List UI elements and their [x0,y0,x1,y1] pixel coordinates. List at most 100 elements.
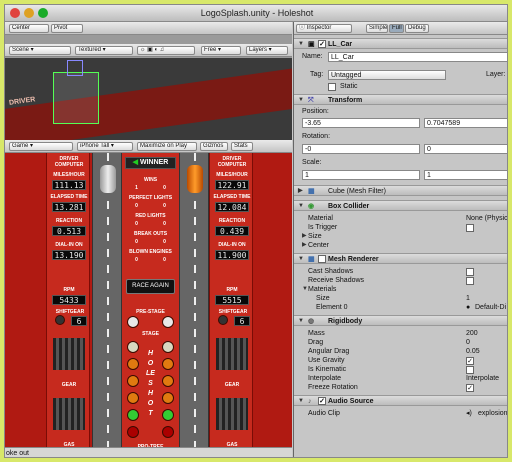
maximize-label: Maximize on Play [140,143,188,149]
audio-clip-value[interactable]: explosion [478,408,507,419]
red-left-light [127,426,139,438]
mesh-renderer-checkbox[interactable] [318,255,326,263]
scene-tools[interactable]: ☼ ▣ ◐ ♫ [137,46,195,55]
right-rpm-display: 5515 [215,295,249,305]
close-icon[interactable] [10,8,20,18]
window-title: LogoSplash.unity - Holeshot [200,8,314,18]
foldout-icon[interactable]: ▼ [298,39,304,50]
zoom-icon[interactable] [38,8,48,18]
gizmos-toggle[interactable]: Gizmos [200,142,228,151]
foldout-icon[interactable]: ▼ [298,396,304,407]
audio-source-checkbox[interactable]: ✓ [318,397,326,405]
amber2-left-light [127,375,139,387]
inspector-tab[interactable]: ⓘ Inspector [296,24,352,33]
center-button[interactable]: Center [9,24,49,33]
game-view[interactable]: DRIVER COMPUTER MILES/HOUR 111.13 ELAPSE… [5,153,292,453]
foldout-icon[interactable]: ▶ [302,240,307,251]
right-lane-markings [194,153,196,453]
stage-left-light [127,341,139,353]
position-x-field[interactable]: -3.65 [302,118,420,128]
right-mph-display: 122.91 [215,180,249,190]
prestage-left-light [127,316,139,328]
layers-dropdown[interactable]: Layers ▾ [246,46,288,55]
left-gear-grid [53,338,85,370]
move-gizmo[interactable] [67,60,83,76]
scene-toolbar: Scene ▾ Textured ▾ ☼ ▣ ◐ ♫ Free ▾ Layers… [5,44,292,57]
object-header: ▼ ▣ ✓ LL_Car [294,38,507,50]
left-gas-grid [53,398,85,430]
race-again-button[interactable]: RACE AGAIN [126,279,175,294]
resolution-dropdown[interactable]: iPhone Tall ▾ [77,142,133,151]
simple-label: Simple [369,25,388,31]
selected-car-gizmo[interactable] [53,72,99,124]
left-mph-display: 111.13 [52,180,86,190]
status-text: oke out [6,450,29,457]
object-active-checkbox[interactable]: ✓ [318,40,326,48]
foldout-icon[interactable]: ▼ [298,316,304,327]
speaker-icon: ♪ [308,398,312,405]
transform-header[interactable]: ▼ ⤧ Transform [294,94,507,106]
scene-dropdown[interactable]: Scene ▾ [9,46,71,55]
right-mph-label: MILES/HOUR [216,172,248,178]
element-label: Element 0 [316,304,348,311]
right-car [187,165,203,193]
pivot-button[interactable]: Pivot [51,24,83,33]
left-dial-display: 13.190 [52,250,86,260]
scale-x-field[interactable]: 1 [302,170,420,180]
static-checkbox[interactable] [328,83,336,91]
scale-y-field[interactable]: 1 [424,170,507,180]
foldout-icon[interactable]: ▼ [298,201,304,212]
rigidbody-header[interactable]: ▼ ◍ Rigidbody [294,315,507,327]
mesh-filter-header[interactable]: ▶ ▦ Cube (Mesh Filter) [294,185,507,197]
left-dial-label: DIAL-IN ON [55,242,83,248]
game-dropdown[interactable]: Game ▾ [9,142,73,151]
minimize-icon[interactable] [24,8,34,18]
full-button[interactable]: Full [389,24,404,33]
audio-source-header[interactable]: ▼ ♪ ✓ Audio Source [294,395,507,407]
free-dropdown[interactable]: Free ▾ [201,46,241,55]
left-rpm-label: RPM [63,287,75,293]
scale-label-row: Scale: [294,157,507,168]
right-rpm-label: RPM [226,287,238,293]
amber3-left-light [127,392,139,404]
simple-button[interactable]: Simple [366,24,388,33]
red-lights-label: RED LIGHTS [135,213,166,219]
center-row[interactable]: ▶ Center [294,240,507,251]
name-label: Name: [302,53,323,60]
scene-view[interactable]: DRIVER [5,58,292,140]
element-value[interactable]: Default-Di [475,302,506,313]
foldout-icon[interactable]: ▼ [298,95,304,106]
maximize-on-play-toggle[interactable]: Maximize on Play [137,142,197,151]
foldout-icon[interactable]: ▼ [298,254,304,265]
textured-dropdown[interactable]: Textured ▾ [75,46,133,55]
tag-value: Untagged [331,72,362,79]
rotation-y-field[interactable]: 0 [424,144,507,154]
unity-window: LogoSplash.unity - Holeshot Center Pivot… [4,4,508,458]
right-driver-panel: DRIVER COMPUTER MILES/HOUR 122.91 ELAPSE… [209,153,253,453]
debug-button[interactable]: Debug [405,24,429,33]
foldout-icon[interactable]: ▶ [298,186,303,197]
tag-row: Tag: Untagged Layer: [294,69,507,80]
left-mph-label: MILES/HOUR [53,172,85,178]
status-bar: oke out [5,447,292,457]
perfect-label: PERFECT LIGHTS [128,195,173,201]
mesh-renderer-header[interactable]: ▼ ▦ Mesh Renderer [294,253,507,265]
winner-label: WINNER [139,159,169,166]
position-label: Position: [302,108,329,115]
name-field[interactable]: LL_Car [328,52,507,62]
tag-dropdown[interactable]: Untagged [328,70,446,80]
rotation-label: Rotation: [302,133,331,140]
right-et-label: ELAPSED TIME [213,194,251,200]
name-row: Name: LL_Car [294,51,507,62]
rotation-row: -0 0 [294,143,507,154]
freeze-rotation-checkbox[interactable]: ✓ [466,384,474,392]
position-y-field[interactable]: 0.7047589 [424,118,507,128]
object-name-title: LL_Car [328,41,353,48]
box-collider-header[interactable]: ▼ ◉ Box Collider [294,200,507,212]
stats-toggle[interactable]: Stats [231,142,253,151]
left-reaction-label: REACTION [55,218,83,224]
rotation-x-field[interactable]: -0 [302,144,420,154]
rigidbody-icon: ◍ [308,318,315,325]
transform-title: Transform [328,97,363,104]
amber3-right-light [162,392,174,404]
